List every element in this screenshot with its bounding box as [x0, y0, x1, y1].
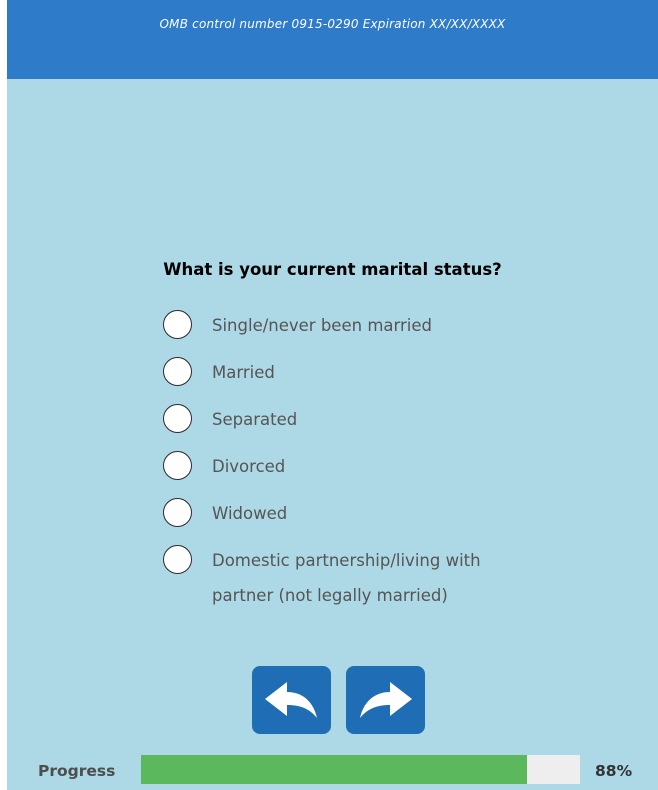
radio-button[interactable] [163, 451, 192, 480]
radio-button[interactable] [163, 545, 192, 574]
option-married[interactable]: Married [163, 355, 583, 390]
answer-options: Single/never been married Married Separa… [163, 308, 583, 625]
option-separated[interactable]: Separated [163, 402, 583, 437]
forward-arrow-icon [360, 682, 412, 718]
option-label: Divorced [212, 457, 286, 476]
header-bar: OMB control number 0915-0290 Expiration … [7, 0, 658, 79]
radio-button[interactable] [163, 404, 192, 433]
option-single[interactable]: Single/never been married [163, 308, 583, 343]
radio-button[interactable] [163, 310, 192, 339]
radio-button[interactable] [163, 498, 192, 527]
back-arrow-icon [265, 682, 317, 718]
option-domestic-partnership[interactable]: Domestic partnership/living with partner… [163, 543, 583, 613]
option-widowed[interactable]: Widowed [163, 496, 583, 531]
progress-bar [141, 755, 580, 784]
question-text: What is your current marital status? [163, 260, 502, 279]
next-button[interactable] [346, 666, 425, 734]
omb-control-text: OMB control number 0915-0290 Expiration … [159, 17, 506, 31]
progress-label: Progress [38, 762, 116, 780]
option-label: Separated [212, 410, 298, 429]
option-label: Married [212, 363, 275, 382]
option-divorced[interactable]: Divorced [163, 449, 583, 484]
option-label: Single/never been married [212, 316, 432, 335]
survey-panel: OMB control number 0915-0290 Expiration … [7, 0, 658, 790]
option-label: Domestic partnership/living with partner… [212, 551, 481, 605]
radio-button[interactable] [163, 357, 192, 386]
back-button[interactable] [252, 666, 331, 734]
progress-percent: 88% [595, 762, 633, 780]
progress-fill [141, 755, 528, 784]
option-label: Widowed [212, 504, 288, 523]
